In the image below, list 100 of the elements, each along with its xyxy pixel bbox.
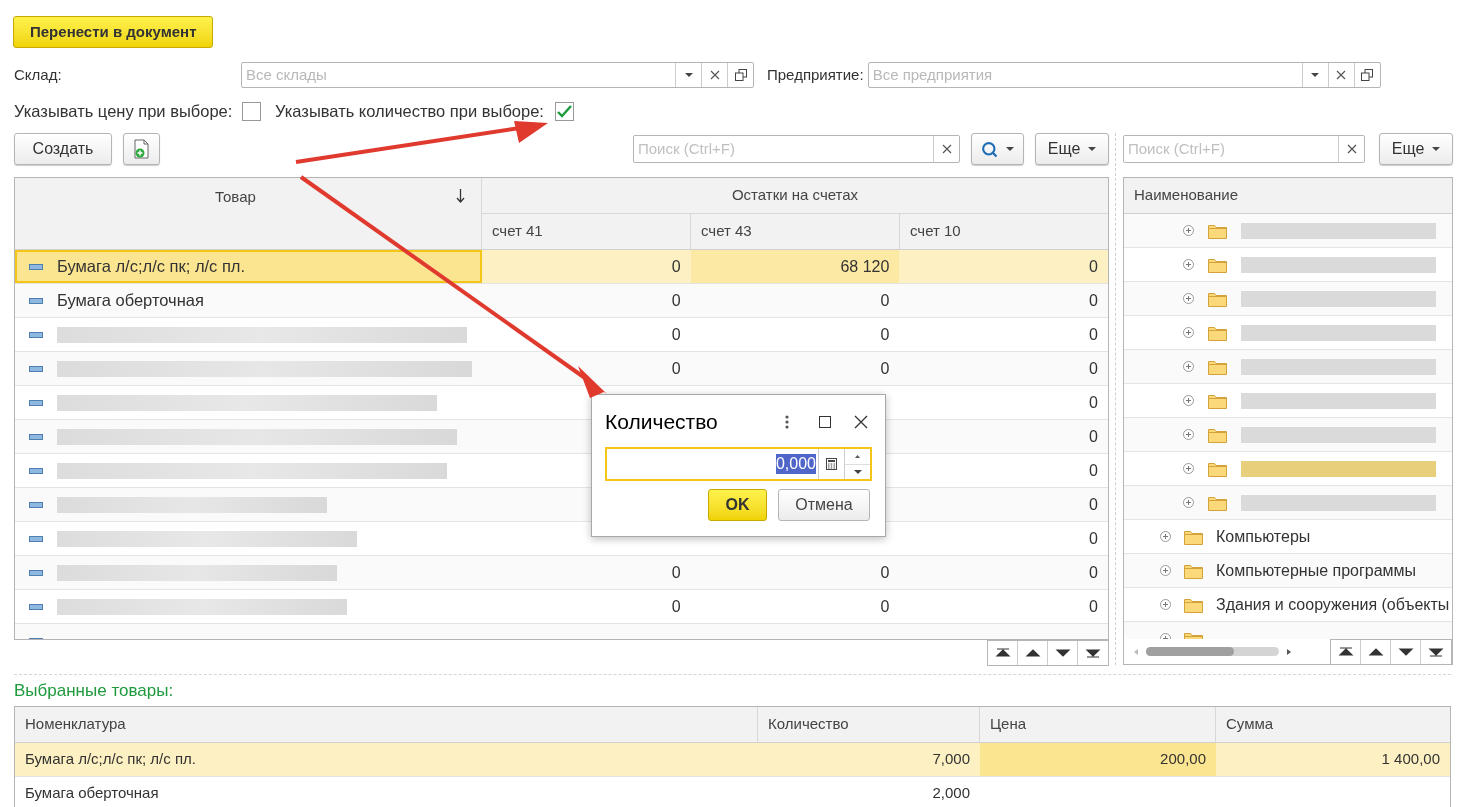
search-input[interactable]: Поиск (Ctrl+F) [1124, 136, 1338, 162]
last-icon [1428, 645, 1444, 658]
select-field[interactable]: Все склады [241, 62, 754, 88]
select-input[interactable]: Все склады [242, 63, 675, 87]
section-title: Выбранные товары: [14, 680, 175, 702]
expand-icon [1183, 395, 1194, 406]
expand-icon [1183, 463, 1194, 474]
item-icon [29, 399, 43, 406]
search-icon [981, 140, 998, 158]
search-input[interactable]: Поиск (Ctrl+F) [634, 136, 933, 162]
scroll-right-icon [1287, 648, 1291, 655]
column-header[interactable]: счет 43 [691, 214, 900, 249]
table-cell-text: 0 [1089, 358, 1098, 379]
create-button[interactable]: Создать [14, 133, 112, 165]
add-file-icon [133, 139, 150, 159]
sort-down-icon [456, 189, 465, 203]
column-header[interactable]: счет 41 [482, 214, 691, 249]
table-cell-text: 0 [671, 562, 681, 583]
table-cell-text: 0 [1089, 596, 1098, 617]
search-field[interactable]: Поиск (Ctrl+F) [633, 135, 960, 163]
transfer-button[interactable]: Перенести в документ [13, 16, 214, 48]
table-row[interactable]: 0 0 0 [15, 352, 1108, 386]
column-header[interactable]: Количество [758, 707, 980, 742]
scrollbar[interactable] [1146, 647, 1279, 656]
folder-icon [1184, 562, 1203, 579]
table-cell-text: 2,000 [932, 783, 970, 804]
search-button[interactable] [971, 133, 1024, 165]
table-cell-text: 0 [880, 290, 890, 311]
item-icon [29, 263, 43, 270]
kebab-icon [785, 415, 789, 429]
column-header[interactable]: Сумма [1216, 707, 1450, 742]
expand-icon [1160, 599, 1171, 610]
folder-icon [1208, 222, 1227, 239]
close-icon [709, 70, 720, 80]
expand-icon [1183, 497, 1194, 508]
table-cell-text: 0 [1089, 290, 1098, 311]
column-header[interactable]: Цена [980, 707, 1216, 742]
item-icon [29, 501, 43, 508]
item-icon [29, 331, 43, 338]
table-cell-text: 200,00 [1160, 749, 1206, 770]
folder-icon [1208, 392, 1227, 409]
expand-icon [1183, 225, 1194, 236]
table-row[interactable]: Бумага л/с;л/с пк; л/с пл. 0 68 120 0 [15, 250, 1108, 284]
expand-icon [1183, 259, 1194, 270]
up-arrow-icon [855, 454, 860, 458]
table-cell-text: 0 [671, 596, 681, 617]
table-cell-text: Бумага л/с;л/с пк; л/с пл. [57, 256, 246, 278]
down-arrow-icon [853, 469, 862, 474]
more-button[interactable]: Еще [1035, 133, 1109, 165]
table-row[interactable]: Бумага л/с;л/с пк; л/с пл. 7,000 200,00 1 400,00 [15, 743, 1450, 777]
first-icon [1337, 645, 1354, 658]
scroll-left-icon [1134, 648, 1138, 655]
table-cell-text: 0 [880, 358, 890, 379]
cancel-button[interactable]: Отмена [778, 489, 870, 521]
select-input[interactable]: Все предприятия [868, 63, 1302, 87]
add-file-button[interactable] [123, 133, 160, 165]
folder-icon [1208, 460, 1227, 477]
select-field[interactable]: Все предприятия [867, 62, 1381, 88]
table-cell-text: 0 [671, 256, 681, 277]
column-header[interactable]: Номенклатура [15, 707, 758, 742]
expand-icon [1160, 565, 1171, 576]
table-cell-text: 0 [671, 290, 681, 311]
table-cell-text: 0 [671, 358, 681, 379]
tree-label: Здания и сооружения (объекты [1216, 594, 1450, 615]
quantity-field[interactable]: 0,000 [605, 447, 872, 481]
field-label: Предприятие: [767, 64, 864, 85]
search-field[interactable]: Поиск (Ctrl+F) [1123, 135, 1365, 163]
table-row[interactable]: Бумага оберточная 0 0 0 [15, 284, 1108, 318]
folder-icon [1208, 494, 1227, 511]
option-label: Указывать цену при выборе: [14, 100, 233, 122]
tree-row[interactable]: Компьютерные программы [1124, 554, 1452, 588]
column-group-header: Остатки на счетах [482, 178, 1108, 214]
dropdown-icon [1432, 147, 1441, 151]
table-cell-text: 0 [880, 324, 890, 345]
expand-icon [1183, 293, 1194, 304]
folder-icon [1184, 528, 1203, 545]
close-icon [1346, 144, 1357, 154]
maximize-icon [819, 416, 831, 428]
table-cell-text: Бумага оберточная [25, 783, 159, 804]
check-icon [557, 104, 572, 118]
folder-icon [1208, 290, 1227, 307]
checkbox[interactable] [555, 101, 574, 121]
table-cell-text: Бумага оберточная [57, 290, 204, 312]
first-icon [994, 647, 1011, 659]
ok-button[interactable]: OK [708, 489, 767, 521]
table-row[interactable]: 0 0 0 [15, 556, 1108, 590]
folder-icon [1208, 358, 1227, 375]
table-cell-text: 0 [1089, 494, 1098, 515]
table-cell-text: 0 [1089, 426, 1098, 447]
checkbox[interactable] [242, 101, 261, 121]
option-label: Указывать количество при выборе: [275, 100, 544, 122]
tree-label: Компьютерные программы [1216, 560, 1417, 581]
item-icon [29, 365, 43, 372]
table-cell-text: 7,000 [932, 749, 970, 770]
more-button[interactable]: Еще [1379, 133, 1453, 165]
column-header[interactable]: счет 10 [900, 214, 1108, 249]
column-header[interactable]: Наименование [1124, 178, 1452, 214]
down-icon [1054, 647, 1071, 659]
table-cell-text: 0 [1089, 256, 1098, 277]
column-header[interactable]: Товар [15, 178, 482, 249]
